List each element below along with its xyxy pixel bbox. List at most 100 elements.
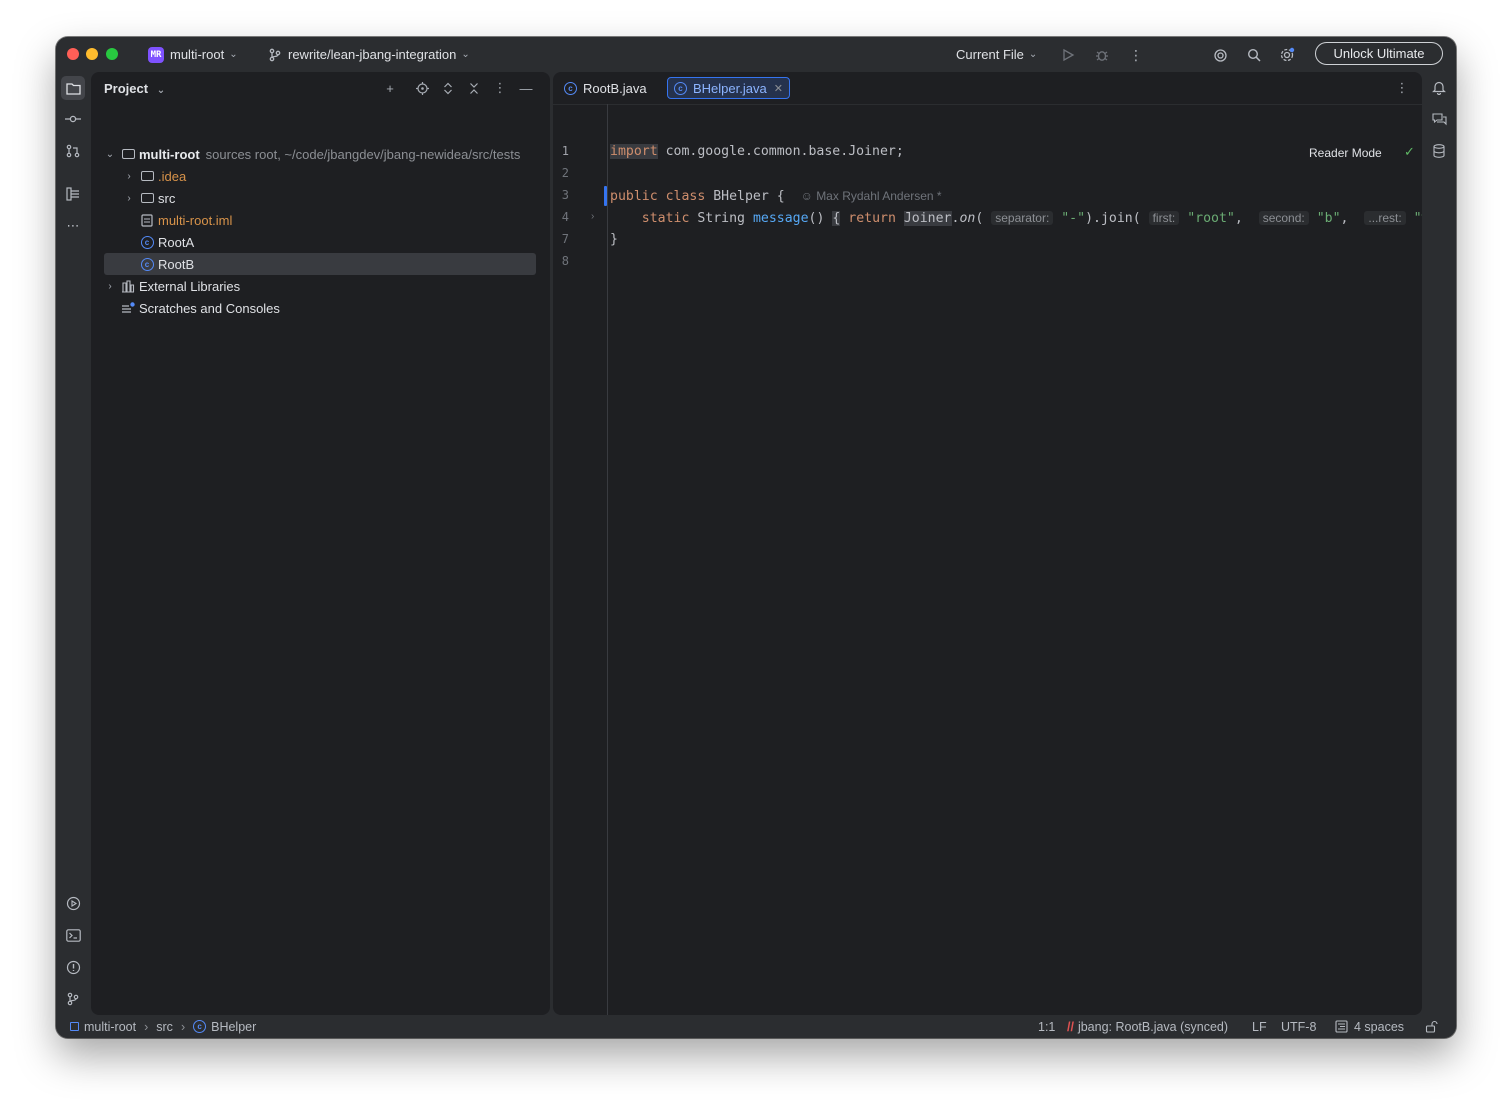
- code-line-7[interactable]: }: [610, 229, 618, 251]
- hide-panel-icon[interactable]: —: [517, 79, 535, 97]
- jbang-icon: //: [1067, 1019, 1074, 1034]
- panel-options-icon[interactable]: ⋮: [491, 79, 509, 97]
- jbang-sync-status[interactable]: // jbang: RootB.java (synced): [1067, 1018, 1228, 1035]
- project-panel-title: Project: [104, 81, 149, 96]
- settings-gear-icon[interactable]: [1277, 45, 1297, 65]
- tab-label: RootB.java: [583, 80, 647, 96]
- chevron-down-icon: ⌄: [229, 49, 238, 60]
- debug-icon[interactable]: [1092, 45, 1112, 65]
- status-bar: multi-root › src › c BHelper 1:1 // jban…: [56, 1015, 1456, 1038]
- param-hint: ...rest:: [1364, 211, 1406, 225]
- unlock-ultimate-button[interactable]: Unlock Ultimate: [1315, 42, 1443, 65]
- tree-item-scratches[interactable]: Scratches and Consoles: [104, 297, 536, 319]
- left-tool-strip: ⋯: [56, 72, 90, 1015]
- library-icon: [120, 278, 136, 294]
- breadcrumb: multi-root › src › c BHelper: [70, 1018, 256, 1035]
- minimize-window-button[interactable]: [86, 48, 98, 60]
- breadcrumb-src[interactable]: src: [156, 1020, 173, 1034]
- vcs-change-marker[interactable]: [604, 186, 607, 206]
- project-view-selector[interactable]: Project ⌄: [104, 81, 165, 96]
- problems-icon[interactable]: [63, 957, 83, 977]
- breadcrumb-separator-icon: ›: [180, 1019, 186, 1034]
- module-icon: [70, 1022, 79, 1031]
- line-number: 3: [561, 188, 569, 202]
- reader-mode-button[interactable]: Reader Mode: [1309, 146, 1382, 160]
- file-encoding[interactable]: UTF-8: [1281, 1018, 1316, 1035]
- run-config-label: Current File: [956, 47, 1024, 62]
- branch-switcher[interactable]: rewrite/lean-jbang-integration ⌄: [268, 37, 470, 72]
- code-line-1[interactable]: import com.google.common.base.Joiner;: [610, 141, 904, 163]
- tab-rootb-java[interactable]: c RootB.java: [558, 77, 653, 99]
- project-tool-window: Project ⌄ + ⋮ — ⌄ multi-root sources roo…: [91, 72, 550, 1015]
- close-tab-icon[interactable]: ✕: [774, 82, 783, 95]
- tree-item-iml[interactable]: multi-root.iml: [104, 209, 536, 231]
- caret-position[interactable]: 1:1: [1038, 1018, 1055, 1035]
- code-author-hint[interactable]: ☺ Max Rydahl Andersen *: [801, 189, 942, 203]
- code-line-4[interactable]: static String message() { return Joiner.…: [610, 207, 1422, 229]
- chevron-right-icon[interactable]: ›: [123, 171, 135, 182]
- zoom-window-button[interactable]: [106, 48, 118, 60]
- services-icon[interactable]: [63, 893, 83, 913]
- branch-name: rewrite/lean-jbang-integration: [288, 47, 457, 62]
- tree-label: .idea: [158, 168, 187, 184]
- expand-all-icon[interactable]: [439, 79, 457, 97]
- structure-icon[interactable]: [63, 184, 83, 204]
- indent-icon: [1335, 1020, 1348, 1033]
- line-number: 7: [561, 232, 569, 246]
- search-icon[interactable]: [1244, 45, 1264, 65]
- commit-icon[interactable]: [63, 109, 83, 129]
- breadcrumb-class[interactable]: BHelper: [211, 1020, 256, 1034]
- editor-tab-options-icon[interactable]: ⋮: [1393, 79, 1411, 97]
- tree-item-root[interactable]: ⌄ multi-root sources root, ~/code/jbangd…: [104, 143, 536, 165]
- tree-label: multi-root.iml: [158, 212, 233, 228]
- ai-chat-icon[interactable]: [1429, 109, 1449, 129]
- more-actions-icon[interactable]: ⋮: [1126, 45, 1146, 65]
- read-only-lock-icon[interactable]: [1425, 1018, 1438, 1035]
- terminal-icon[interactable]: [63, 925, 83, 945]
- git-icon[interactable]: [63, 989, 83, 1009]
- indent-setting[interactable]: 4 spaces: [1335, 1018, 1404, 1035]
- param-hint: separator:: [991, 211, 1054, 225]
- ai-assistant-icon[interactable]: [1210, 45, 1230, 65]
- pull-requests-icon[interactable]: [63, 141, 83, 161]
- run-icon[interactable]: [1058, 45, 1078, 65]
- tree-item-roota[interactable]: c RootA: [104, 231, 536, 253]
- java-class-icon: c: [139, 256, 155, 272]
- chevron-right-icon[interactable]: ›: [104, 281, 116, 292]
- close-window-button[interactable]: [67, 48, 79, 60]
- run-config-selector[interactable]: Current File ⌄: [956, 37, 1037, 72]
- collapse-all-icon[interactable]: [465, 79, 483, 97]
- tree-item-external-libraries[interactable]: › External Libraries: [104, 275, 536, 297]
- tree-item-idea[interactable]: › .idea: [104, 165, 536, 187]
- tree-item-rootb[interactable]: c RootB: [104, 253, 536, 275]
- project-folder-icon[interactable]: [61, 76, 85, 100]
- java-class-icon: c: [564, 81, 577, 95]
- ide-window: MR multi-root ⌄ rewrite/lean-jbang-integ…: [56, 37, 1456, 1038]
- iml-file-icon: [139, 212, 155, 228]
- database-icon[interactable]: [1429, 141, 1449, 161]
- code-line-3[interactable]: public class BHelper { ☺ Max Rydahl Ande…: [610, 185, 942, 207]
- project-badge: MR: [148, 46, 164, 63]
- chevron-down-icon[interactable]: ⌄: [104, 149, 116, 160]
- more-tools-icon[interactable]: ⋯: [63, 216, 83, 236]
- no-problems-check-icon[interactable]: ✓: [1404, 144, 1415, 160]
- root-module-name: multi-root: [139, 146, 200, 162]
- project-name: multi-root: [170, 47, 225, 62]
- breadcrumb-project[interactable]: multi-root: [84, 1020, 136, 1034]
- notifications-bell-icon[interactable]: [1429, 77, 1449, 97]
- folder-icon: [139, 168, 155, 184]
- new-file-icon[interactable]: +: [381, 79, 399, 97]
- fold-chevron-icon[interactable]: ›: [591, 211, 594, 222]
- locate-file-icon[interactable]: [413, 79, 431, 97]
- tab-label: BHelper.java: [693, 80, 767, 96]
- project-panel-header: Project ⌄ + ⋮ —: [91, 72, 550, 104]
- line-number: 1: [561, 144, 569, 158]
- tree-item-src[interactable]: › src: [104, 187, 536, 209]
- line-separator[interactable]: LF: [1252, 1018, 1267, 1035]
- project-switcher[interactable]: MR multi-root ⌄: [148, 37, 238, 72]
- root-module-path: sources root, ~/code/jbangdev/jbang-newi…: [205, 146, 521, 162]
- tab-bhelper-java[interactable]: c BHelper.java ✕: [667, 77, 790, 99]
- line-number: 8: [561, 254, 569, 268]
- line-number: 2: [561, 166, 569, 180]
- chevron-right-icon[interactable]: ›: [123, 193, 135, 204]
